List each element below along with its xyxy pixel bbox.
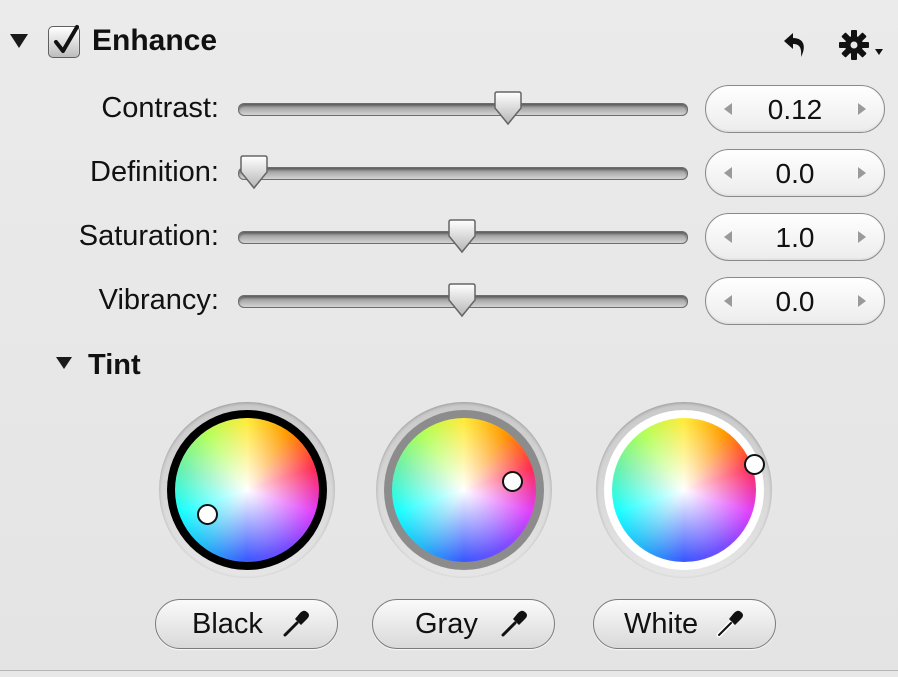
enhance-checkbox[interactable] xyxy=(48,25,80,58)
vibrancy-value[interactable]: 0.0 xyxy=(736,286,854,318)
enhance-title: Enhance xyxy=(92,24,218,57)
undo-icon[interactable] xyxy=(781,30,811,60)
gray-tint-wheel[interactable] xyxy=(376,402,552,578)
contrast-value[interactable]: 0.12 xyxy=(736,94,854,126)
increment-arrow-icon[interactable] xyxy=(858,231,866,243)
vibrancy-label: Vibrancy: xyxy=(98,284,219,316)
decrement-arrow-icon[interactable] xyxy=(724,103,732,115)
white-tint-point[interactable] xyxy=(744,454,765,475)
definition-slider-track[interactable] xyxy=(238,167,688,180)
checkmark-icon xyxy=(54,25,79,53)
decrement-arrow-icon[interactable] xyxy=(724,167,732,179)
definition-value[interactable]: 0.0 xyxy=(736,158,854,190)
eyedropper-icon xyxy=(716,610,743,638)
contrast-slider-knob[interactable] xyxy=(492,91,524,127)
vibrancy-slider-knob[interactable] xyxy=(446,283,478,319)
white-eyedropper-button[interactable]: White xyxy=(593,599,776,649)
definition-slider-knob[interactable] xyxy=(238,155,270,191)
black-button-label: Black xyxy=(192,608,263,640)
tint-title: Tint xyxy=(88,349,141,381)
definition-label: Definition: xyxy=(90,156,219,188)
saturation-stepper[interactable]: 1.0 xyxy=(705,213,885,261)
saturation-label: Saturation: xyxy=(78,220,219,252)
increment-arrow-icon[interactable] xyxy=(858,295,866,307)
decrement-arrow-icon[interactable] xyxy=(724,295,732,307)
white-tint-wheel[interactable] xyxy=(596,402,772,578)
gray-tint-point[interactable] xyxy=(502,471,523,492)
increment-arrow-icon[interactable] xyxy=(858,103,866,115)
vibrancy-stepper[interactable]: 0.0 xyxy=(705,277,885,325)
definition-stepper[interactable]: 0.0 xyxy=(705,149,885,197)
black-tint-wheel[interactable] xyxy=(159,402,335,578)
enhance-disclosure-triangle-icon[interactable] xyxy=(10,34,28,48)
black-color-wheel[interactable] xyxy=(175,418,319,562)
decrement-arrow-icon[interactable] xyxy=(724,231,732,243)
contrast-label: Contrast: xyxy=(101,92,219,124)
eyedropper-icon xyxy=(283,610,309,637)
gear-menu-icon[interactable] xyxy=(838,27,888,63)
black-tint-point[interactable] xyxy=(197,504,218,525)
white-color-wheel[interactable] xyxy=(612,418,756,562)
white-button-label: White xyxy=(624,608,699,640)
gray-button-label: Gray xyxy=(415,608,478,640)
contrast-slider-track[interactable] xyxy=(238,103,688,116)
black-eyedropper-button[interactable]: Black xyxy=(155,599,338,649)
saturation-value[interactable]: 1.0 xyxy=(736,222,854,254)
saturation-slider-knob[interactable] xyxy=(446,219,478,255)
gray-eyedropper-button[interactable]: Gray xyxy=(372,599,555,649)
enhance-panel: Enhance Contrast: 0.12 Definition: 0.0 S… xyxy=(0,0,898,671)
increment-arrow-icon[interactable] xyxy=(858,167,866,179)
contrast-stepper[interactable]: 0.12 xyxy=(705,85,885,133)
tint-disclosure-triangle-icon[interactable] xyxy=(56,357,72,369)
eyedropper-icon xyxy=(501,610,527,637)
